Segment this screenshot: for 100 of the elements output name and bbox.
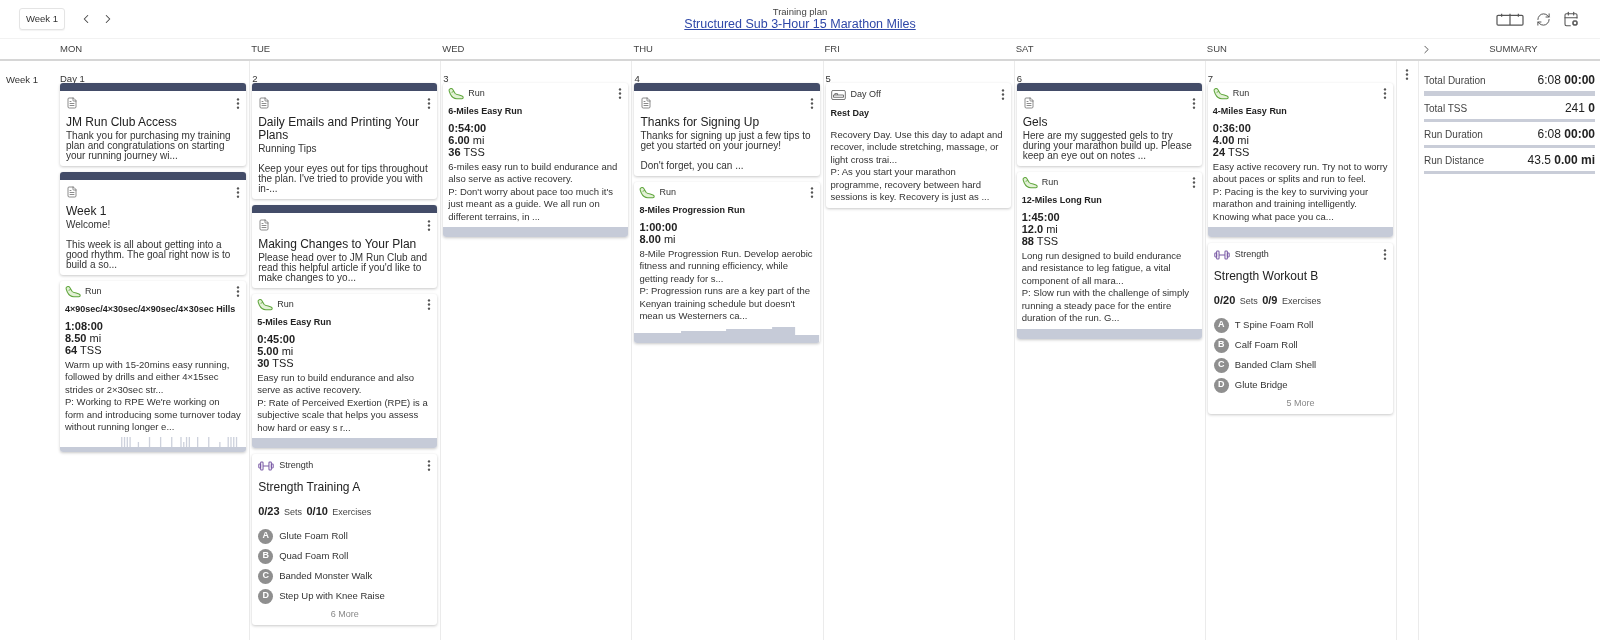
calendar-settings-icon[interactable] bbox=[1563, 11, 1579, 27]
document-icon bbox=[640, 97, 653, 109]
exercise-name: Banded Clam Shell bbox=[1234, 357, 1317, 372]
day-off-card[interactable] bbox=[825, 83, 1011, 208]
day-date: 4 bbox=[634, 73, 640, 84]
kebab-menu-icon[interactable] bbox=[1191, 97, 1196, 109]
duration: 0:36:00 bbox=[1212, 121, 1251, 134]
kebab-menu-icon[interactable] bbox=[1000, 89, 1005, 101]
activity-type: Run bbox=[659, 186, 676, 199]
coach-note: P: Progression runs are a key part of the Kenyan training schedule but doesn't mean us Westerners ca... bbox=[639, 285, 811, 323]
plan-title-link[interactable]: Structured Sub 3-Hour 15 Marathon Miles bbox=[684, 17, 916, 32]
day-date: 5 bbox=[825, 73, 831, 84]
duration: 1:45:00 bbox=[1021, 210, 1060, 223]
tss-value: 30 TSS bbox=[257, 356, 294, 369]
distance: 5.00 mi bbox=[257, 344, 294, 357]
coach-note: P: Pacing is the key to surviving your marathon and training intelligently. Knowing what pace you ca... bbox=[1212, 185, 1370, 223]
kebab-menu-icon[interactable] bbox=[1383, 249, 1387, 261]
exercise-letter: A bbox=[258, 528, 274, 544]
kebab-menu-icon[interactable] bbox=[809, 97, 814, 109]
strength-card[interactable]: Strength Strength Workout B 0/20 Sets 0/9 Exercises A T Spine Foam Roll B Calf Foam Roll C Banded Clam Shell D Glute Bridge 5 More bbox=[1207, 243, 1393, 414]
distance: 12.0 mi bbox=[1021, 222, 1058, 235]
more-exercises-link[interactable]: 5 More bbox=[1286, 396, 1315, 410]
activity-type: Day Off bbox=[850, 88, 881, 101]
exercise-name: Step Up with Knee Raise bbox=[279, 588, 385, 603]
note-card[interactable]: Thanks for Signing Up Thanks for signing up just a few tips to get you started on your journey! Don't forget, you can ... bbox=[634, 83, 820, 176]
run-card[interactable] bbox=[634, 182, 820, 343]
exercise-name: Calf Foam Roll bbox=[1234, 337, 1298, 352]
note-text: Please head over to JM Run Club and read this helpful article if you'd like to make changes to yo... bbox=[258, 253, 429, 283]
note-card[interactable]: JM Run Club Access Thank you for purchasing my training plan and congratulations on starting your running journey wi... bbox=[60, 83, 247, 166]
coach-note: P: Don't worry about pace too much it's just meant as a guide. We all run on different terrains, in ... bbox=[448, 185, 614, 223]
duration: 1:08:00 bbox=[65, 319, 103, 332]
calendar-icon[interactable] bbox=[1496, 12, 1524, 26]
note-title: Gels bbox=[1022, 116, 1049, 129]
day-date: 3 bbox=[443, 73, 449, 84]
summary-label: Total Duration bbox=[1424, 73, 1486, 88]
coach-note: P: Working to RPE We're working on form and introducing some turnover today without running longer e... bbox=[65, 396, 242, 434]
summary-value: 241 0 bbox=[1564, 100, 1595, 117]
tss-value: 88 TSS bbox=[1021, 234, 1059, 247]
activity-type: Run bbox=[1041, 176, 1059, 189]
run-card[interactable] bbox=[443, 83, 629, 237]
tss-value: 36 TSS bbox=[448, 145, 485, 158]
exercise-letter: A bbox=[1213, 317, 1229, 333]
kebab-menu-icon[interactable] bbox=[427, 460, 432, 472]
note-card[interactable]: Making Changes to Your Plan Please head over to JM Run Club and read this helpful article if you'd like to make changes to yo... bbox=[252, 205, 438, 288]
activity-type: Run bbox=[468, 87, 485, 100]
note-card[interactable]: Gels Here are my suggested gels to try during your marathon build up. Please keep an eye out on notes ... bbox=[1016, 83, 1202, 166]
kebab-menu-icon[interactable] bbox=[427, 97, 432, 109]
workout-title: 12-Miles Long Run bbox=[1021, 194, 1103, 206]
run-card[interactable] bbox=[60, 281, 247, 452]
sets-count: 0/20 Sets 0/9 Exercises bbox=[1213, 292, 1321, 308]
workout-title: Strength Workout B bbox=[1213, 268, 1320, 283]
exercise-letter: B bbox=[1213, 337, 1229, 353]
kebab-menu-icon[interactable] bbox=[236, 186, 241, 198]
kebab-menu-icon[interactable] bbox=[809, 187, 814, 199]
shoe-icon bbox=[1212, 87, 1229, 101]
description: Recovery Day. Use this day to adapt and recover, include stretching, massage, or light cross trai... bbox=[830, 128, 1004, 166]
more-exercises-link[interactable]: 6 More bbox=[330, 607, 359, 621]
day-header: MON bbox=[59, 41, 83, 56]
exercise-name: Banded Monster Walk bbox=[279, 568, 373, 583]
duration: 0:54:00 bbox=[448, 121, 487, 134]
kebab-menu-icon[interactable] bbox=[236, 97, 241, 109]
note-text: Here are my suggested gels to try during your marathon build up. Please keep an eye out on notes ... bbox=[1022, 131, 1193, 161]
exercise-name: Glute Bridge bbox=[1234, 377, 1288, 392]
coach-note: P: As you start your marathon programme, recovery between hard sessions is key. Recovery is just as ... bbox=[830, 166, 991, 204]
run-card[interactable] bbox=[1016, 172, 1202, 339]
document-icon bbox=[66, 186, 78, 198]
kebab-menu-icon[interactable] bbox=[1405, 69, 1410, 80]
strength-card[interactable]: Strength Strength Training A 0/23 Sets 0/10 Exercises A Glute Foam Roll B Quad Foam Roll C Banded Monster Walk D Step Up with Knee Raise 6 More bbox=[252, 454, 438, 625]
week-selector-button[interactable]: Week 1 bbox=[19, 8, 66, 30]
exercise-letter: D bbox=[1213, 377, 1229, 393]
exercise-name: Quad Foam Roll bbox=[279, 548, 349, 563]
activity-type: Run bbox=[85, 285, 102, 298]
description: Easy run to build endurance and also serve as active recovery. bbox=[257, 371, 415, 397]
exercise-name: Glute Foam Roll bbox=[279, 528, 348, 543]
workout-title: 6-Miles Easy Run bbox=[448, 105, 524, 117]
description: 8-Mile Progression Run. Develop aerobic fitness and running efficiency, while getting ready for s... bbox=[639, 247, 814, 285]
description: Warm up with 15-20mins easy running, followed by drills and either 4×15sec strides or 2×30sec str... bbox=[65, 358, 231, 396]
kebab-menu-icon[interactable] bbox=[1191, 177, 1196, 189]
note-title: Daily Emails and Printing Your Plans bbox=[258, 116, 420, 142]
note-card[interactable]: Daily Emails and Printing Your Plans Running Tips Keep your eyes out for tips throughout the plan. I've tried to provide you with in-... bbox=[252, 83, 438, 199]
description: 6-miles easy run to build endurance and also serve as active recovery. bbox=[448, 160, 619, 186]
kebab-menu-icon[interactable] bbox=[427, 219, 432, 231]
kebab-menu-icon[interactable] bbox=[1383, 88, 1387, 100]
run-card[interactable] bbox=[1207, 83, 1393, 237]
distance: 8.50 mi bbox=[65, 331, 102, 344]
distance: 8.00 mi bbox=[639, 232, 676, 245]
kebab-menu-icon[interactable] bbox=[618, 88, 623, 100]
workout-title: 8-Miles Progression Run bbox=[639, 204, 746, 216]
bed-icon bbox=[830, 89, 846, 100]
shoe-icon bbox=[448, 87, 465, 101]
summary-value: 6:08 00:00 bbox=[1537, 72, 1595, 89]
coach-note: P: Slow run with the challenge of simply running a steady pace for the entire duration of the run. G... bbox=[1021, 287, 1191, 325]
refresh-icon[interactable] bbox=[1536, 11, 1551, 27]
run-card[interactable] bbox=[252, 294, 438, 448]
distance: 6.00 mi bbox=[448, 133, 485, 146]
distance: 4.00 mi bbox=[1212, 133, 1249, 146]
document-icon bbox=[66, 97, 78, 109]
kebab-menu-icon[interactable] bbox=[427, 299, 432, 311]
note-card[interactable]: Week 1 Welcome! This week is all about getting into a good rhythm. The goal right now is to build a so... bbox=[60, 172, 247, 275]
kebab-menu-icon[interactable] bbox=[236, 286, 241, 298]
